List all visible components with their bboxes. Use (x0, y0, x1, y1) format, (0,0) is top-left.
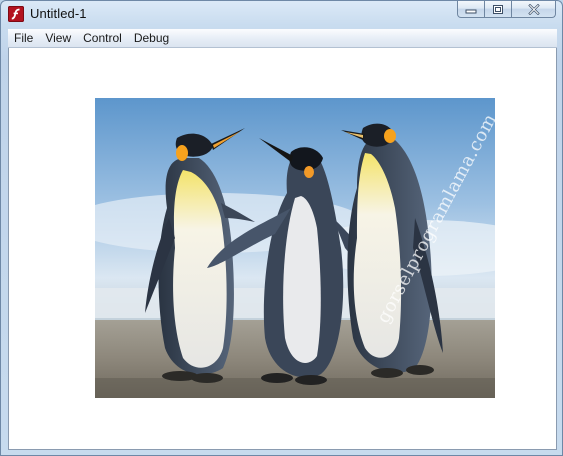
title-bar[interactable]: Untitled-1 (1, 1, 562, 27)
penguins-photo: gorselprogramlama.com (95, 98, 495, 398)
menu-file[interactable]: File (8, 30, 39, 47)
menu-view[interactable]: View (39, 30, 77, 47)
minimize-button[interactable] (457, 1, 485, 18)
window-title: Untitled-1 (30, 6, 87, 21)
stage-area: gorselprogramlama.com (8, 48, 557, 450)
minimize-icon (465, 9, 477, 14)
caption-buttons (457, 1, 556, 19)
flash-player-icon[interactable] (8, 6, 24, 22)
menu-debug[interactable]: Debug (128, 30, 175, 47)
menu-bar: File View Control Debug (8, 29, 557, 48)
close-button[interactable] (512, 1, 556, 18)
maximize-icon (493, 4, 503, 14)
menu-control[interactable]: Control (77, 30, 128, 47)
close-icon (527, 3, 540, 15)
maximize-button[interactable] (485, 1, 512, 18)
app-window: Untitled-1 File View Control Debug gorse… (0, 0, 563, 456)
